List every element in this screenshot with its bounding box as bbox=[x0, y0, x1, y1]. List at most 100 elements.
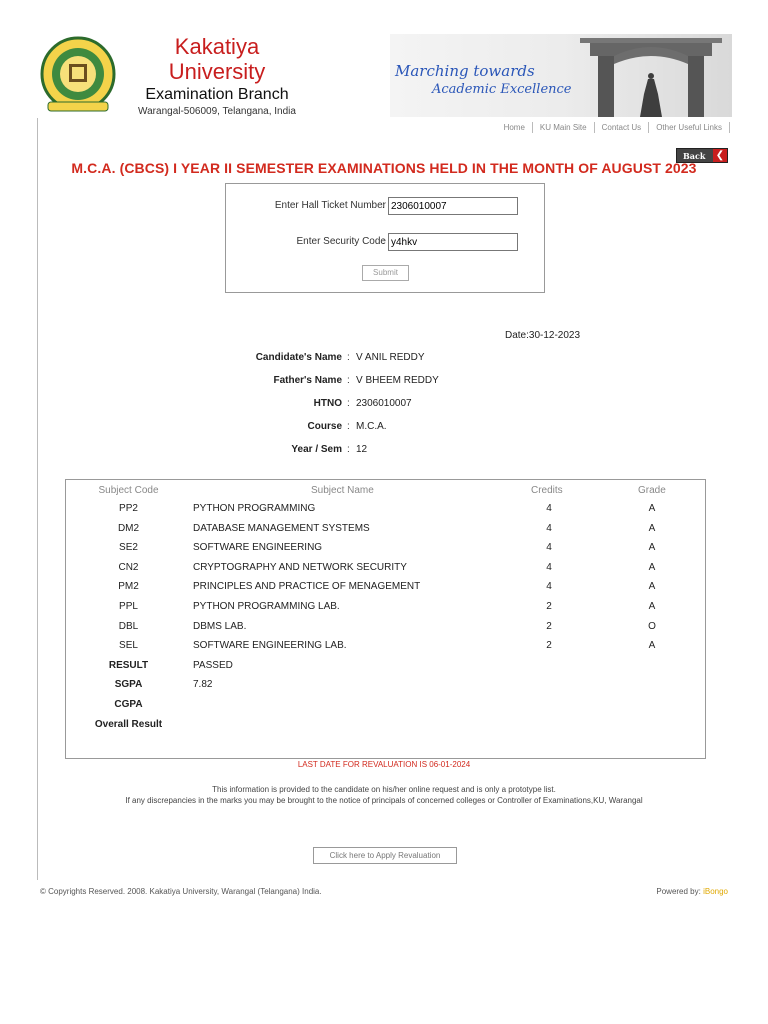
nav-home[interactable]: Home bbox=[497, 122, 533, 133]
subject-code: PP2 bbox=[119, 503, 138, 514]
header-subject-code: Subject Code bbox=[98, 485, 159, 496]
subject-credits: 4 bbox=[546, 503, 552, 514]
subject-credits: 2 bbox=[546, 620, 552, 632]
subject-grade: A bbox=[648, 561, 656, 573]
exam-title: M.C.A. (CBCS) I YEAR II SEMESTER EXAMINA… bbox=[71, 160, 697, 176]
hall-ticket-form: Enter Hall Ticket Number : Enter Securit… bbox=[225, 183, 545, 293]
result-label: RESULT bbox=[108, 659, 149, 671]
subject-grade: O bbox=[648, 620, 656, 632]
table-row: DBL DBMS LAB. 2 O bbox=[66, 621, 705, 641]
subject-name: PRINCIPLES AND PRACTICE OF MENAGEMENT bbox=[193, 581, 421, 593]
hall-ticket-row: Enter Hall Ticket Number : bbox=[226, 197, 544, 217]
nav-contact-us[interactable]: Contact Us bbox=[595, 122, 650, 133]
header-banner: Marching towards Academic Excellence bbox=[390, 34, 732, 117]
table-row: SEL SOFTWARE ENGINEERING LAB. 2 A bbox=[66, 640, 705, 660]
colon: : bbox=[347, 398, 350, 409]
result-date: Date:30-12-2023 bbox=[505, 330, 581, 341]
security-code-label: Enter Security Code bbox=[296, 236, 387, 247]
security-code-input[interactable] bbox=[388, 233, 518, 251]
banner-slogan-line1: Marching towards bbox=[395, 62, 535, 80]
table-row: CN2 CRYPTOGRAPHY AND NETWORK SECURITY 4 … bbox=[66, 562, 705, 582]
disclaimer: This information is provided to the cand… bbox=[0, 784, 768, 806]
subject-credits: 4 bbox=[546, 522, 552, 534]
candidate-info: Candidate's Name : V ANIL REDDY Father's… bbox=[0, 352, 768, 467]
header-grade: Grade bbox=[638, 485, 666, 496]
table-row: DM2 DATABASE MANAGEMENT SYSTEMS 4 A bbox=[66, 523, 705, 543]
year-sem-value: 12 bbox=[356, 444, 368, 455]
disclaimer-line-1: This information is provided to the cand… bbox=[212, 785, 556, 794]
top-navigation: Home KU Main Site Contact Us Other Usefu… bbox=[497, 122, 730, 133]
father-name-label: Father's Name bbox=[273, 375, 342, 386]
course-row: Course : M.C.A. bbox=[0, 421, 768, 444]
subject-name: DBMS LAB. bbox=[193, 620, 247, 632]
back-button-label: Back bbox=[683, 150, 706, 161]
subject-name: CRYPTOGRAPHY AND NETWORK SECURITY bbox=[193, 561, 407, 573]
results-table: Subject Code Subject Name Credits Grade … bbox=[65, 479, 706, 759]
disclaimer-line-2: If any discrepancies in the marks you ma… bbox=[125, 796, 643, 805]
subject-grade: A bbox=[648, 503, 656, 514]
security-code-colon: : bbox=[382, 236, 385, 247]
powered-by-label: Powered by: bbox=[656, 887, 701, 896]
university-seal-logo bbox=[38, 34, 118, 117]
subject-code: PM2 bbox=[118, 581, 139, 593]
subject-grade: A bbox=[648, 581, 656, 593]
revaluation-last-date: LAST DATE FOR REVALUATION IS 06-01-2024 bbox=[297, 760, 471, 769]
candidate-name-value: V ANIL REDDY bbox=[356, 352, 425, 363]
year-sem-row: Year / Sem : 12 bbox=[0, 444, 768, 467]
table-row: PPL PYTHON PROGRAMMING LAB. 2 A bbox=[66, 601, 705, 621]
powered-by-brand-link[interactable]: iBongo bbox=[703, 887, 728, 896]
colon: : bbox=[347, 352, 350, 363]
subject-code: SE2 bbox=[119, 542, 138, 554]
colon: : bbox=[347, 375, 350, 386]
nav-ku-main-site[interactable]: KU Main Site bbox=[533, 122, 595, 133]
subject-credits: 2 bbox=[546, 600, 552, 612]
subject-grade: A bbox=[648, 542, 656, 554]
candidate-name-label: Candidate's Name bbox=[255, 352, 342, 363]
footer-copyright: © Copyrights Reserved. 2008. Kakatiya Un… bbox=[40, 887, 322, 896]
result-value: PASSED bbox=[193, 659, 233, 671]
header-credits: Credits bbox=[531, 485, 563, 496]
sgpa-label: SGPA bbox=[114, 679, 143, 691]
father-name-row: Father's Name : V BHEEM REDDY bbox=[0, 375, 768, 398]
university-name-line1: Kakatiya bbox=[174, 34, 260, 59]
cgpa-summary-row: CGPA bbox=[66, 699, 705, 719]
year-sem-label: Year / Sem bbox=[291, 444, 342, 455]
colon: : bbox=[347, 421, 350, 432]
hall-ticket-input[interactable] bbox=[388, 197, 518, 215]
footer-powered-by: Powered by: iBongo bbox=[656, 887, 728, 896]
security-code-row: Enter Security Code : bbox=[226, 233, 544, 253]
header-subject-name: Subject Name bbox=[311, 485, 374, 496]
cgpa-label: CGPA bbox=[114, 698, 143, 710]
nav-other-useful-links[interactable]: Other Useful Links bbox=[649, 122, 730, 133]
university-name-line2: University bbox=[168, 59, 266, 84]
course-value: M.C.A. bbox=[356, 421, 387, 432]
subject-grade: A bbox=[648, 640, 656, 652]
subject-grade: A bbox=[648, 600, 656, 612]
subject-credits: 2 bbox=[546, 640, 552, 652]
university-address: Warangal-506009, Telangana, India bbox=[138, 106, 296, 117]
results-rows: PP2 PYTHON PROGRAMMING 4 A DM2 DATABASE … bbox=[66, 503, 705, 738]
table-row: PP2 PYTHON PROGRAMMING 4 A bbox=[66, 503, 705, 523]
course-label: Course bbox=[307, 421, 342, 432]
examination-branch-title: Examination Branch bbox=[145, 86, 289, 103]
apply-revaluation-button[interactable]: Click here to Apply Revaluation bbox=[313, 847, 457, 864]
subject-code: DM2 bbox=[117, 522, 140, 534]
sgpa-value: 7.82 bbox=[193, 679, 213, 691]
candidate-name-row: Candidate's Name : V ANIL REDDY bbox=[0, 352, 768, 375]
university-brand: Kakatiya University Examination Branch W… bbox=[122, 34, 312, 118]
banner-slogan-line2: Academic Excellence bbox=[432, 82, 572, 97]
htno-row: HTNO : 2306010007 bbox=[0, 398, 768, 421]
subject-name: SOFTWARE ENGINEERING bbox=[193, 542, 323, 554]
subject-name: PYTHON PROGRAMMING LAB. bbox=[193, 600, 340, 612]
subject-code: CN2 bbox=[118, 561, 139, 573]
result-summary-row: RESULT PASSED bbox=[66, 660, 705, 680]
htno-value: 2306010007 bbox=[356, 398, 412, 409]
table-row: SE2 SOFTWARE ENGINEERING 4 A bbox=[66, 542, 705, 562]
subject-name: PYTHON PROGRAMMING bbox=[193, 503, 316, 514]
subject-grade: A bbox=[648, 522, 656, 534]
table-row: PM2 PRINCIPLES AND PRACTICE OF MENAGEMEN… bbox=[66, 581, 705, 601]
subject-credits: 4 bbox=[546, 542, 552, 554]
sgpa-summary-row: SGPA 7.82 bbox=[66, 679, 705, 699]
submit-button[interactable]: Submit bbox=[362, 265, 409, 281]
overall-result-row: Overall Result bbox=[66, 719, 705, 739]
